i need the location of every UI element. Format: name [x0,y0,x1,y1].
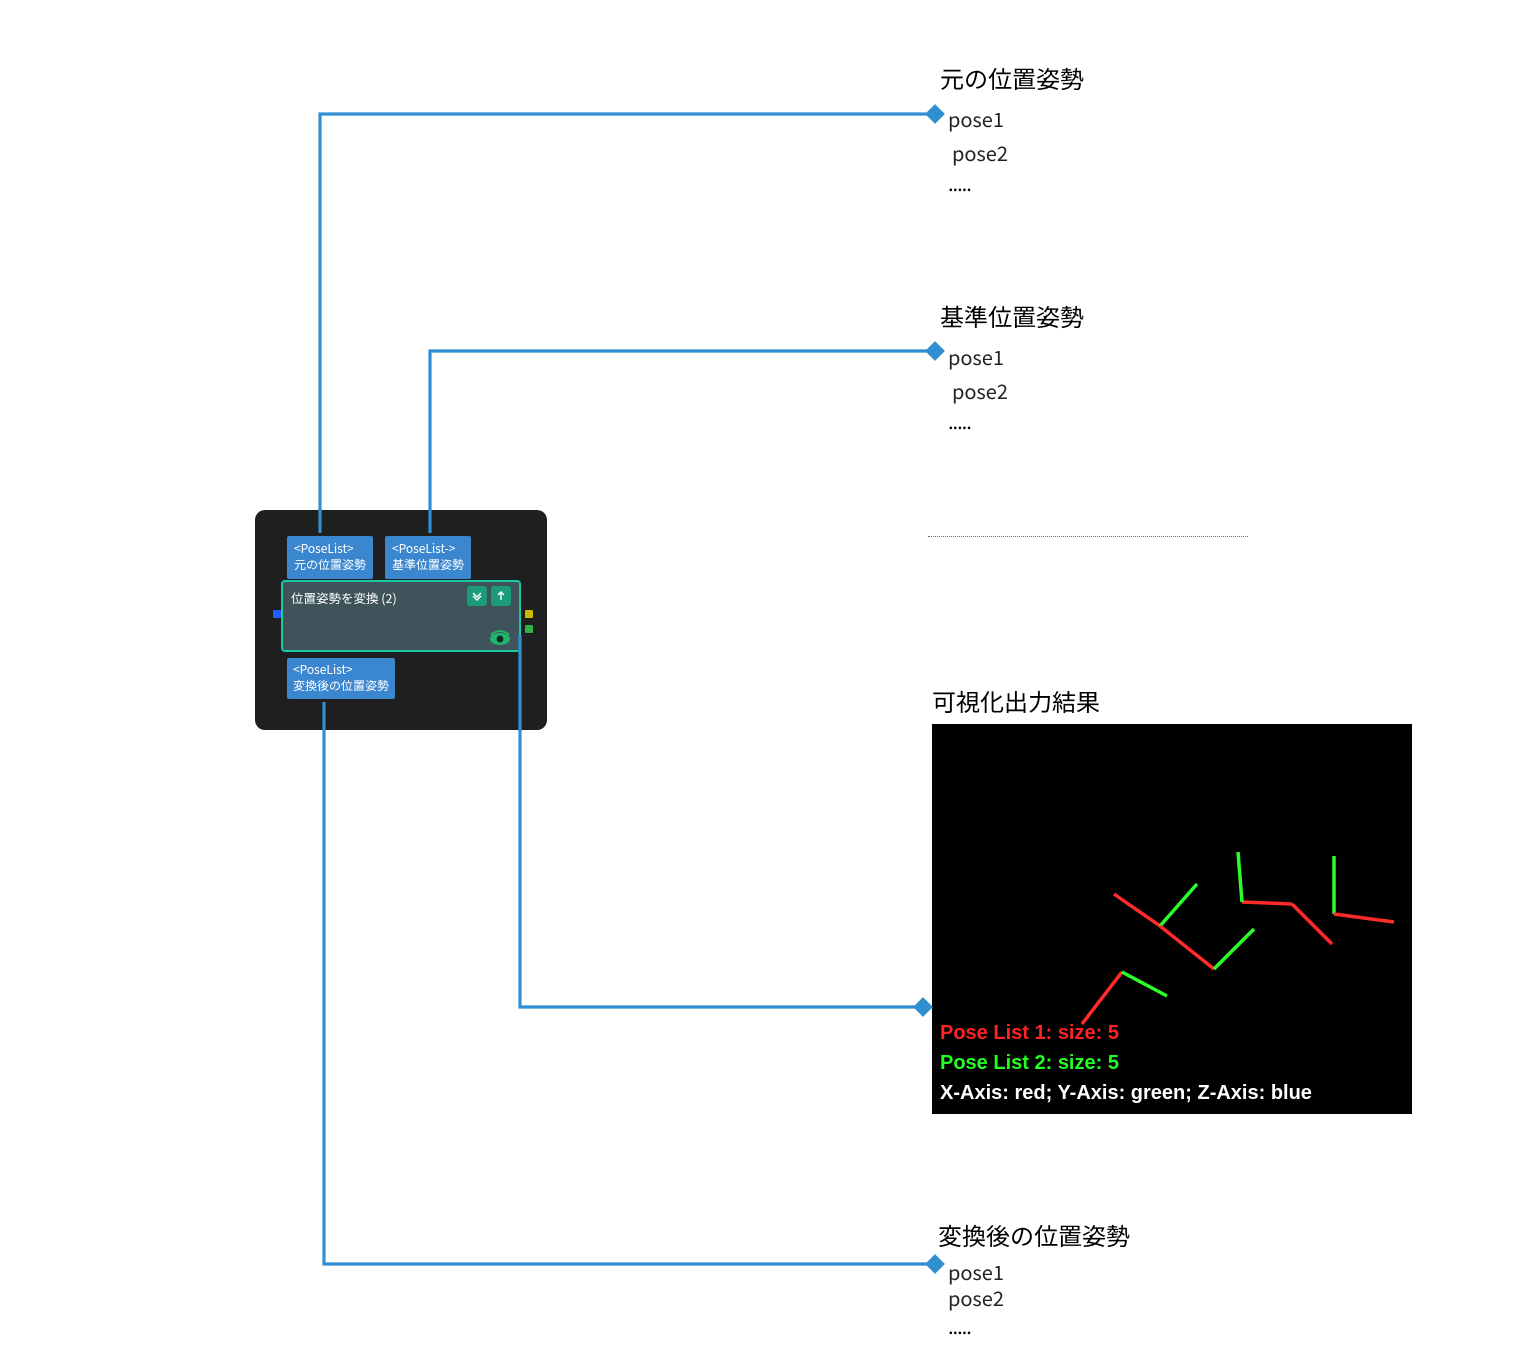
converted-item: pose1 [948,1257,1004,1286]
section-converted-title: 変換後の位置姿勢 [938,1217,1130,1252]
original-ellipsis: ..... [948,168,971,197]
input-port-original[interactable]: <PoseList> 元の位置姿勢 [287,536,373,579]
run-icon[interactable] [491,586,511,606]
viz-list2-text: Pose List 2: size: 5 [940,1052,1119,1075]
converted-ellipsis: ..... [948,1311,971,1340]
reference-item: pose1 [948,342,1004,371]
port-type-label: <PoseList> [293,662,389,678]
node-peg-left [273,610,281,618]
connector-overlay [0,0,1517,1362]
reference-item: pose2 [952,376,1008,405]
converted-item: pose2 [948,1283,1004,1312]
reference-ellipsis: ..... [948,406,971,435]
viz-list1-text: Pose List 1: size: 5 [940,1022,1119,1045]
port-label: 元の位置姿勢 [294,557,366,573]
viz-panel: Pose List 1: size: 5 Pose List 2: size: … [932,724,1412,1114]
port-type-label: <PoseList> [294,541,366,557]
viz-axes-text: X-Axis: red; Y-Axis: green; Z-Axis: blue [940,1082,1312,1105]
port-type-label: <PoseList-> [392,541,464,557]
transform-pose-node[interactable]: <PoseList> 元の位置姿勢 <PoseList-> 基準位置姿勢 位置姿… [255,510,547,730]
dotted-divider [928,536,1248,537]
node-peg-right-green [525,625,533,633]
input-port-reference[interactable]: <PoseList-> 基準位置姿勢 [385,536,471,579]
node-title: 位置姿勢を変換 (2) [291,588,397,607]
original-item: pose1 [948,104,1004,133]
port-label: 変換後の位置姿勢 [293,678,389,694]
output-port-converted[interactable]: <PoseList> 変換後の位置姿勢 [287,658,395,699]
dropdown-icon[interactable] [467,586,487,606]
port-label: 基準位置姿勢 [392,557,464,573]
section-viz-title: 可視化出力結果 [932,683,1100,718]
node-peg-right-yellow [525,610,533,618]
node-body[interactable]: 位置姿勢を変換 (2) [281,580,521,652]
section-original-title: 元の位置姿勢 [940,60,1084,95]
section-reference-title: 基準位置姿勢 [940,298,1084,333]
original-item: pose2 [952,138,1008,167]
eye-icon[interactable] [487,628,513,648]
